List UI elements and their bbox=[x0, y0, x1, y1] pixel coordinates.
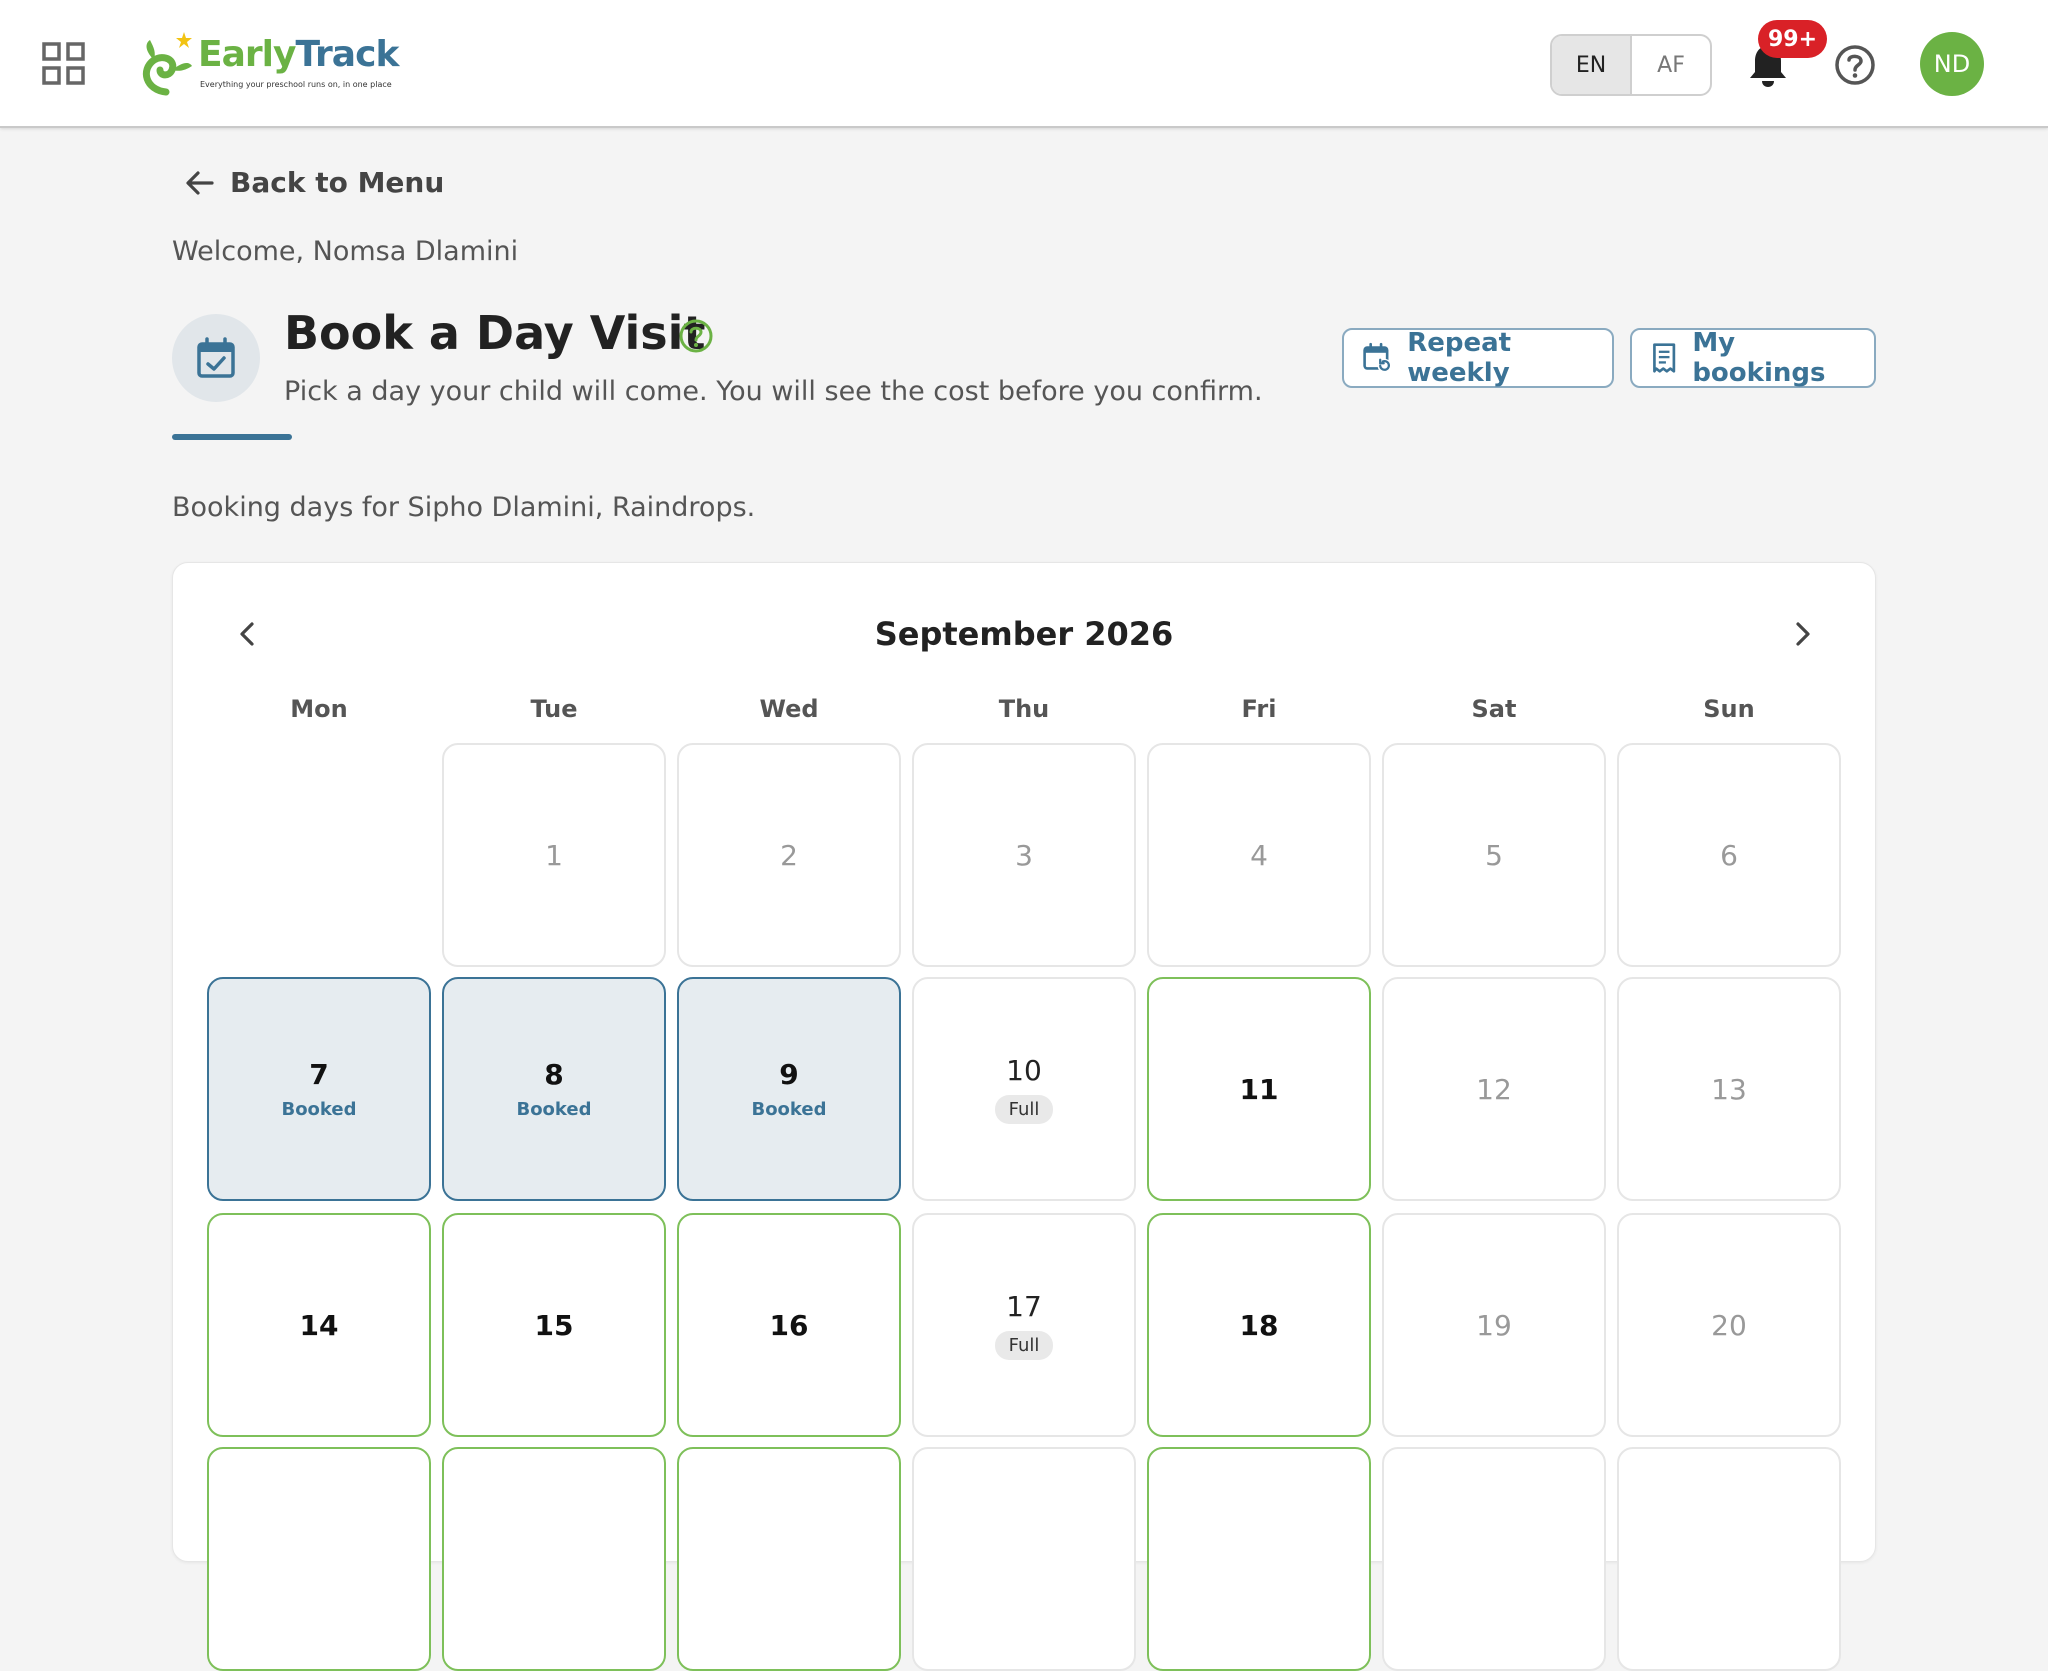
back-to-menu-link[interactable]: Back to Menu bbox=[184, 166, 444, 199]
receipt-icon bbox=[1653, 343, 1676, 373]
calendar-day[interactable]: 14 bbox=[207, 1213, 431, 1437]
calendar-day: 3 bbox=[912, 743, 1136, 967]
calendar-day-number: 12 bbox=[1476, 1072, 1512, 1106]
calendar-day-number: 16 bbox=[769, 1308, 809, 1342]
calendar-day: 4 bbox=[1147, 743, 1371, 967]
full-status-badge: Full bbox=[994, 1331, 1054, 1360]
calendar-day: 13 bbox=[1617, 977, 1841, 1201]
calendar-day-number: 3 bbox=[1015, 838, 1033, 872]
calendar-day: 2 bbox=[677, 743, 901, 967]
calendar-day[interactable]: 15 bbox=[442, 1213, 666, 1437]
calendar-day-number: 19 bbox=[1476, 1308, 1512, 1342]
title-help-icon[interactable] bbox=[678, 318, 714, 354]
calendar-day[interactable]: 16 bbox=[677, 1213, 901, 1437]
next-month-button[interactable] bbox=[1787, 619, 1817, 649]
calendar-day: 10 Full bbox=[912, 977, 1136, 1201]
calendar-day-number: 2 bbox=[780, 838, 798, 872]
calendar-day[interactable] bbox=[1147, 1447, 1371, 1671]
calendar-day-number: 9 bbox=[779, 1058, 799, 1091]
calendar-day[interactable]: 11 bbox=[1147, 977, 1371, 1201]
calendar-day bbox=[1617, 1447, 1841, 1671]
booked-status: Booked bbox=[751, 1099, 827, 1120]
language-switcher: EN AF bbox=[1550, 34, 1712, 96]
calendar-day-number: 17 bbox=[1006, 1290, 1042, 1323]
calendar-day-number: 6 bbox=[1720, 838, 1738, 872]
calendar-day[interactable] bbox=[442, 1447, 666, 1671]
welcome-text: Welcome, Nomsa Dlamini bbox=[172, 236, 519, 267]
help-icon[interactable] bbox=[1834, 44, 1876, 86]
weekday-header: Thu bbox=[998, 695, 1050, 723]
calendar-day[interactable] bbox=[677, 1447, 901, 1671]
weekday-header: Wed bbox=[759, 695, 819, 723]
calendar-day[interactable]: 18 bbox=[1147, 1213, 1371, 1437]
my-bookings-label: My bookings bbox=[1692, 328, 1826, 388]
back-to-menu-label: Back to Menu bbox=[230, 166, 445, 199]
calendar-day-number: 10 bbox=[1006, 1054, 1042, 1087]
arrow-left-icon bbox=[186, 170, 214, 195]
logo-tagline: Everything your preschool runs on, in on… bbox=[200, 80, 392, 89]
booking-calendar: September 2026 Mon Tue Wed Thu Fri Sat Sun 1 2 3 4… bbox=[172, 562, 1876, 1671]
calendar-day-number: 13 bbox=[1711, 1072, 1747, 1106]
full-status-badge: Full bbox=[994, 1095, 1054, 1124]
notifications-badge: 99+ bbox=[1758, 20, 1828, 58]
calendar-check-icon bbox=[197, 337, 235, 378]
calendar-day bbox=[912, 1447, 1136, 1671]
top-bar: EarlyTrack Everything your preschool run… bbox=[0, 0, 2048, 128]
title-underline bbox=[172, 434, 292, 440]
booked-status: Booked bbox=[281, 1099, 357, 1120]
calendar-day-number: 20 bbox=[1711, 1308, 1747, 1342]
calendar-day[interactable]: 7 Booked bbox=[207, 977, 431, 1201]
calendar-day-number: 15 bbox=[534, 1308, 574, 1342]
calendar-day-number: 8 bbox=[544, 1058, 564, 1091]
calendar-day[interactable] bbox=[207, 1447, 431, 1671]
calendar-day: 17 Full bbox=[912, 1213, 1136, 1437]
calendar-day-number: 7 bbox=[309, 1058, 329, 1091]
chevron-right-icon bbox=[1796, 622, 1810, 646]
booking-for-text: Booking days for Sipho Dlamini, Raindrop… bbox=[172, 492, 756, 523]
calendar-day-number: 5 bbox=[1485, 838, 1503, 872]
language-af-button[interactable]: AF bbox=[1632, 36, 1710, 94]
calendar-day[interactable]: 8 Booked bbox=[442, 977, 666, 1201]
calendar-day-number: 11 bbox=[1239, 1072, 1279, 1106]
repeat-weekly-label: Repeat weekly bbox=[1407, 328, 1512, 388]
booked-status: Booked bbox=[516, 1099, 592, 1120]
page-subtitle: Pick a day your child will come. You wil… bbox=[284, 376, 1263, 407]
weekday-header: Fri bbox=[1241, 695, 1277, 723]
calendar-repeat-icon bbox=[1363, 342, 1392, 373]
weekday-header: Mon bbox=[290, 695, 348, 723]
earlytrack-logo[interactable]: EarlyTrack Everything your preschool run… bbox=[136, 30, 399, 100]
apps-grid-icon[interactable] bbox=[40, 40, 88, 88]
calendar-day[interactable]: 9 Booked bbox=[677, 977, 901, 1201]
calendar-day: 5 bbox=[1382, 743, 1606, 967]
calendar-day: 19 bbox=[1382, 1213, 1606, 1437]
calendar-day: 6 bbox=[1617, 743, 1841, 967]
user-avatar[interactable]: ND bbox=[1920, 32, 1984, 96]
calendar-day-number: 14 bbox=[299, 1308, 339, 1342]
logo-wordmark: EarlyTrack bbox=[198, 34, 399, 75]
language-en-button[interactable]: EN bbox=[1552, 36, 1632, 94]
page-icon bbox=[172, 314, 260, 402]
calendar-day: 1 bbox=[442, 743, 666, 967]
logo-mark-icon bbox=[142, 32, 192, 96]
calendar-month-label: September 2026 bbox=[874, 615, 1174, 653]
calendar-day-number: 1 bbox=[545, 838, 563, 872]
calendar-day bbox=[1382, 1447, 1606, 1671]
repeat-weekly-button[interactable]: Repeat weekly bbox=[1342, 328, 1614, 388]
my-bookings-button[interactable]: My bookings bbox=[1630, 328, 1876, 388]
weekday-header: Tue bbox=[530, 695, 578, 723]
weekday-header: Sun bbox=[1703, 695, 1755, 723]
weekday-header: Sat bbox=[1471, 695, 1517, 723]
calendar-day: 20 bbox=[1617, 1213, 1841, 1437]
calendar-day-number: 4 bbox=[1250, 838, 1268, 872]
calendar-day-number: 18 bbox=[1239, 1308, 1279, 1342]
page-title: Book a Day Visit bbox=[284, 306, 706, 360]
calendar-day: 12 bbox=[1382, 977, 1606, 1201]
